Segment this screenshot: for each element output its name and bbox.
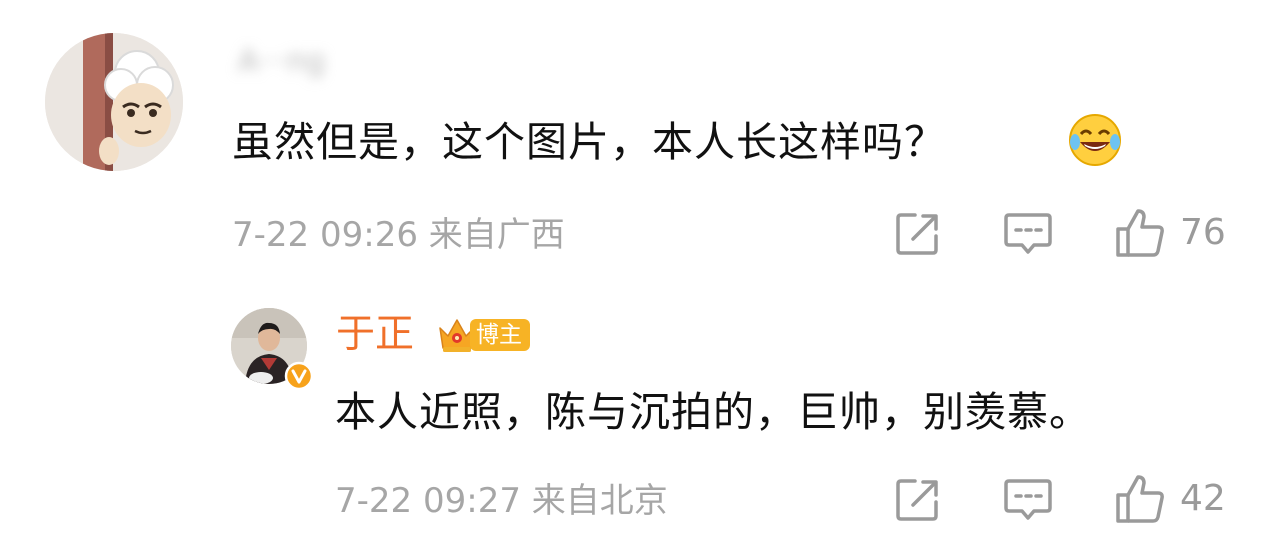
cartoon-sheep-avatar — [45, 33, 183, 171]
verified-v-badge-icon — [284, 361, 314, 391]
thumbs-up-icon — [1116, 475, 1164, 523]
reply-comment-button[interactable] — [1003, 477, 1053, 523]
like-button[interactable]: 76 — [1114, 207, 1226, 259]
comment-icon — [1004, 479, 1052, 520]
comment-text: 虽然但是，这个图片，本人长这样吗？ — [232, 118, 946, 166]
share-button[interactable] — [893, 209, 943, 259]
reply-timestamp: 7-22 09:27 — [335, 481, 521, 521]
comment-location: 来自广西 — [428, 215, 565, 255]
comment-button[interactable] — [1003, 211, 1053, 257]
reply-text: 本人近照，陈与沉拍的，巨帅，别羡慕。 — [335, 388, 1091, 436]
commenter-avatar[interactable] — [45, 33, 183, 171]
thumbs-up-icon — [1116, 209, 1164, 257]
like-count: 76 — [1180, 212, 1226, 253]
blogger-badge: 博主 — [436, 313, 530, 357]
comment-meta: 7-22 09:26 来自广西 — [232, 211, 565, 259]
reply-share-button[interactable] — [893, 475, 943, 525]
reply-meta: 7-22 09:27 来自北京 — [335, 477, 668, 525]
share-icon — [896, 213, 938, 255]
laugh-cry-emoji-icon — [1067, 112, 1123, 168]
comment-timestamp: 7-22 09:26 — [232, 215, 418, 255]
comment-icon — [1004, 213, 1052, 254]
reply-author-name[interactable]: 于正 — [336, 311, 414, 359]
commenter-username[interactable]: A···ng — [238, 40, 398, 84]
blogger-badge-label: 博主 — [470, 319, 530, 351]
share-icon — [896, 479, 938, 521]
reply-like-button[interactable]: 42 — [1114, 473, 1226, 525]
reply-like-count: 42 — [1180, 478, 1226, 519]
reply-location: 来自北京 — [531, 481, 668, 521]
